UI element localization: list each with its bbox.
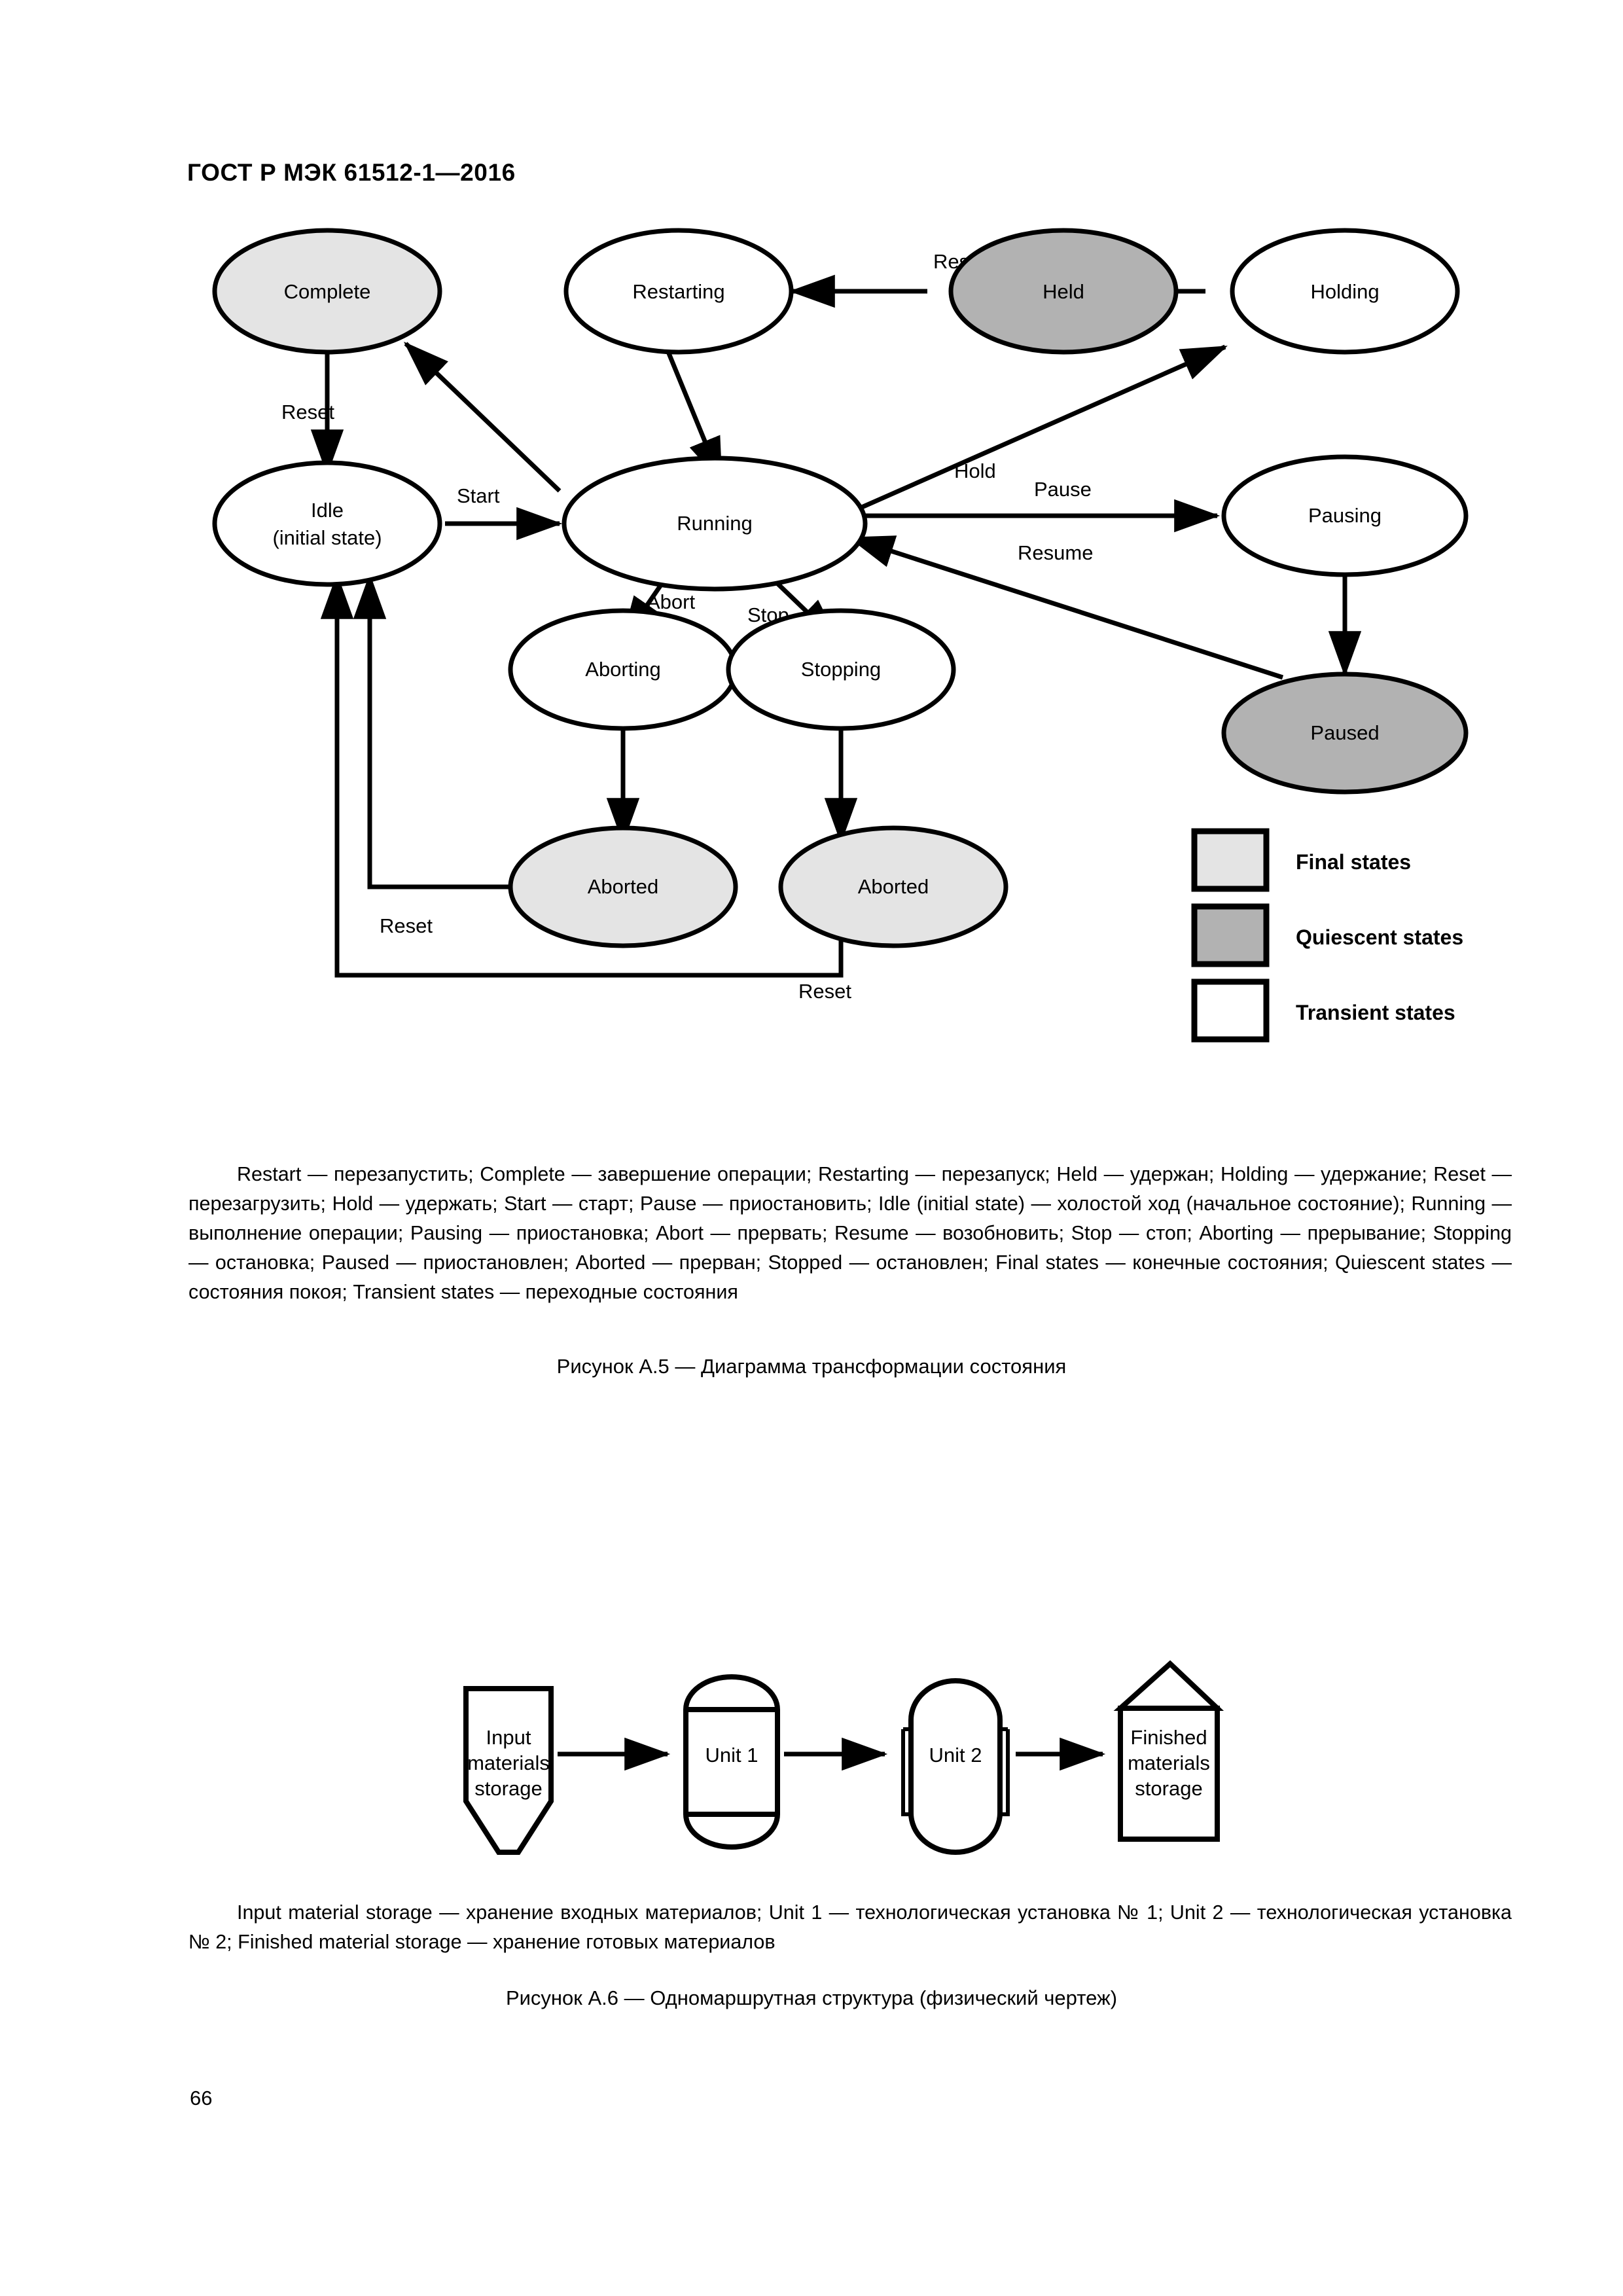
svg-text:Input: Input [486, 1726, 531, 1749]
svg-text:Finished: Finished [1130, 1726, 1207, 1749]
svg-text:storage: storage [474, 1777, 542, 1800]
svg-text:Unit 2: Unit 2 [929, 1744, 982, 1767]
svg-text:Quiescent states: Quiescent states [1296, 925, 1463, 949]
edge-label-resume: Resume [1018, 541, 1093, 564]
svg-text:Holding: Holding [1310, 280, 1379, 303]
svg-text:(initial state): (initial state) [272, 526, 382, 549]
state-node-running[interactable]: Running [562, 456, 868, 592]
edge-label-start: Start [457, 484, 500, 507]
state-node-held[interactable]: Held [948, 228, 1179, 355]
edge-label-hold: Hold [954, 459, 996, 482]
svg-text:Complete: Complete [284, 280, 371, 303]
svg-text:Aborting: Aborting [585, 658, 660, 681]
state-node-holding[interactable]: Holding [1230, 228, 1460, 355]
state-node-complete[interactable]: Complete [212, 228, 442, 355]
state-node-pausing[interactable]: Pausing [1221, 454, 1469, 577]
figure-a5-caption: Рисунок А.5 — Диаграмма трансформации со… [556, 1355, 1067, 1378]
document-header-standard-title: ГОСТ Р МЭК 61512-1—2016 [187, 159, 516, 186]
edge-label-reset-complete: Reset [281, 401, 334, 423]
figure-a5-translation-note: Restart — перезапустить; Complete — заве… [188, 1160, 1512, 1307]
legend-item-final-states: Final states [1191, 828, 1411, 892]
svg-text:Pausing: Pausing [1308, 504, 1382, 527]
edge-label-reset-aborted-left: Reset [380, 914, 433, 937]
svg-text:materials: materials [1128, 1751, 1210, 1774]
svg-text:Transient states: Transient states [1296, 1001, 1455, 1024]
svg-text:Stopping: Stopping [801, 658, 881, 681]
svg-text:Held: Held [1043, 280, 1084, 303]
figure-a6-physical-model: Input materials storage Unit 1 Unit 2 Fi… [463, 1660, 1224, 1855]
edge-label-pause: Pause [1034, 478, 1092, 501]
svg-text:Aborted: Aborted [858, 875, 929, 898]
figure-a6-caption: Рисунок А.6 — Одномаршрутная структура (… [505, 1986, 1118, 2009]
edge-aborted-left-to-idle [353, 573, 540, 889]
figure-a6-translation-note: Input material storage — хранение входны… [188, 1898, 1512, 1957]
state-node-aborted-left[interactable]: Aborted [508, 825, 738, 948]
document-page: ГОСТ Р МЭК 61512-1—2016 Reset Start Hold… [0, 0, 1623, 2296]
svg-text:Aborted: Aborted [588, 875, 659, 898]
state-node-paused[interactable]: Paused [1221, 672, 1469, 795]
page-number: 66 [190, 2087, 213, 2109]
state-node-aborting[interactable]: Aborting [508, 608, 738, 731]
legend-item-quiescent-states: Quiescent states [1191, 903, 1463, 967]
edge-running-to-complete [403, 342, 562, 493]
svg-text:Final states: Final states [1296, 850, 1411, 874]
svg-text:storage: storage [1135, 1777, 1202, 1800]
figure-a5-note-text: Restart — перезапустить; Complete — заве… [188, 1163, 1512, 1303]
node-unit-1[interactable]: Unit 1 [683, 1674, 780, 1850]
node-input-materials-storage[interactable]: Input materials storage [463, 1686, 554, 1855]
svg-text:materials: materials [467, 1751, 550, 1774]
edge-label-reset-aborted-right: Reset [798, 980, 851, 1003]
edge-label-abort: Abort [647, 590, 695, 613]
legend-item-transient-states: Transient states [1191, 978, 1455, 1043]
figure-a6-note-text: Input material storage — хранение входны… [188, 1901, 1512, 1953]
state-node-restarting[interactable]: Restarting [563, 228, 794, 355]
svg-text:Paused: Paused [1310, 721, 1379, 744]
figure-a5-state-diagram: Restart Reset Start Hold Pause Resume Ab… [212, 228, 1469, 1043]
state-node-idle[interactable]: Idle (initial state) [212, 460, 442, 587]
svg-text:Running: Running [677, 512, 752, 535]
svg-text:Idle: Idle [311, 499, 344, 522]
svg-text:Unit 1: Unit 1 [705, 1744, 758, 1767]
state-node-aborted-right[interactable]: Aborted [778, 825, 1008, 948]
node-unit-2[interactable]: Unit 2 [901, 1678, 1010, 1855]
node-finished-materials-storage[interactable]: Finished materials storage [1113, 1660, 1224, 1842]
svg-text:Restarting: Restarting [632, 280, 724, 303]
state-node-stopping[interactable]: Stopping [726, 608, 956, 731]
